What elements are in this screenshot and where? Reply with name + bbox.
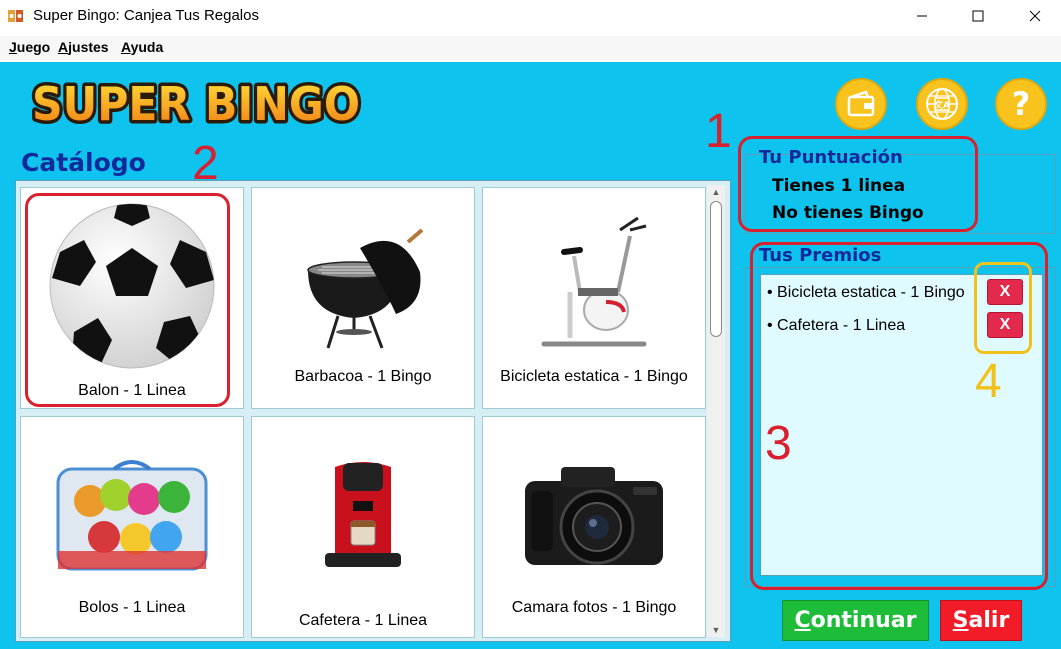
annotation-box-remove-buttons — [974, 262, 1032, 354]
exit-button[interactable]: Salir — [940, 600, 1022, 641]
menu-juego[interactable]: Juego — [9, 39, 50, 55]
help-icon[interactable]: ? — [995, 78, 1047, 130]
window-title: Super Bingo: Canjea Tus Regalos — [33, 7, 259, 24]
app-icon — [8, 10, 23, 22]
catalog-item-label: Camara fotos - 1 Bingo — [511, 599, 677, 616]
close-icon[interactable] — [1012, 0, 1058, 32]
scroll-thumb[interactable] — [710, 201, 722, 337]
catalog-item-label: Cafetera - 1 Linea — [298, 612, 428, 629]
catalog-item-bicicleta-estatica[interactable]: Bicicleta estatica - 1 Bingo — [482, 187, 706, 409]
catalog-item-camara-fotos[interactable]: Camara fotos - 1 Bingo — [482, 416, 706, 638]
svg-text:文A: 文A — [933, 99, 950, 111]
camera-image — [483, 461, 705, 571]
catalog-item-label: Bicicleta estatica - 1 Bingo — [500, 368, 688, 385]
exercise-bike-image — [483, 212, 705, 352]
annotation-box-catalog-item — [25, 193, 230, 407]
language-globe-icon[interactable]: 文A — [916, 78, 968, 130]
catalog-item-bolos[interactable]: Bolos - 1 Linea — [20, 416, 244, 638]
scroll-up-arrow-icon[interactable]: ▲ — [707, 185, 725, 199]
toy-bowling-set-image — [21, 455, 243, 575]
annotation-box-score — [738, 136, 978, 232]
super-bingo-logo: SUPER BINGO SUPER BINGO — [29, 74, 364, 135]
svg-text:SUPER BINGO: SUPER BINGO — [32, 77, 360, 131]
annotation-number-4: 4 — [975, 355, 1002, 408]
annotation-number-2: 2 — [192, 137, 219, 190]
menu-ajustes[interactable]: Ajustes — [58, 39, 109, 55]
catalog-item-label: Bolos - 1 Linea — [78, 599, 186, 616]
catalog-item-label: Barbacoa - 1 Bingo — [294, 368, 432, 385]
catalog-item-cafetera[interactable]: Cafetera - 1 Linea — [251, 416, 475, 638]
coffee-machine-image — [252, 457, 474, 587]
continue-button[interactable]: Continuar — [782, 600, 929, 641]
annotation-number-1: 1 — [705, 105, 732, 158]
catalog-scrollbar[interactable]: ▲ ▼ — [707, 185, 725, 637]
catalog-title: Catálogo — [21, 148, 146, 177]
menu-bar: Juego Ajustes Ayuda — [0, 36, 1061, 60]
barbecue-grill-image — [252, 208, 474, 358]
maximize-icon[interactable] — [955, 0, 1001, 32]
menu-ayuda[interactable]: Ayuda — [121, 39, 163, 55]
wallet-icon[interactable] — [835, 78, 887, 130]
app-main-area: SUPER BINGO SUPER BINGO 文A ? Catálogo Ba… — [0, 62, 1061, 649]
annotation-number-3: 3 — [765, 417, 792, 470]
minimize-icon[interactable] — [899, 0, 945, 32]
scroll-down-arrow-icon[interactable]: ▼ — [707, 623, 725, 637]
window-title-bar: Super Bingo: Canjea Tus Regalos — [0, 0, 1061, 32]
catalog-item-barbacoa[interactable]: Barbacoa - 1 Bingo — [251, 187, 475, 409]
